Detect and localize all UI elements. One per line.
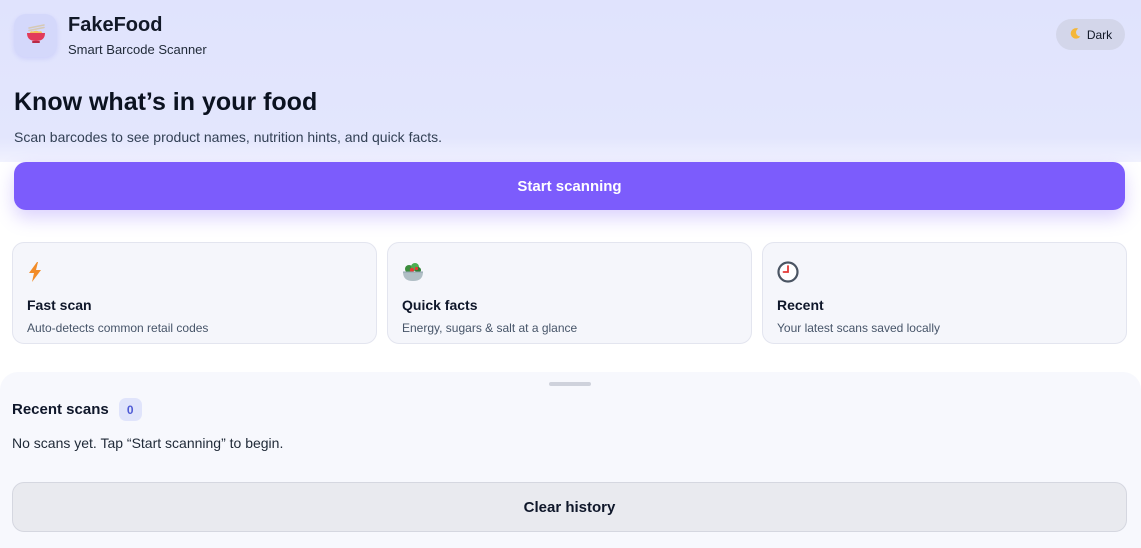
app-logo: [14, 13, 57, 57]
feature-title: Fast scan: [27, 297, 92, 313]
feature-title: Quick facts: [402, 297, 478, 313]
feature-description: Energy, sugars & salt at a glance: [402, 321, 578, 335]
brand: FakeFood Smart Barcode Scanner: [68, 13, 207, 57]
feature-card-quick-facts: Quick facts Energy, sugars & salt at a g…: [387, 242, 752, 344]
scan-count-badge: 0: [118, 398, 142, 421]
feature-card-recent: Recent Your latest scans saved locally: [762, 242, 1127, 344]
page-tagline: Scan barcodes to see product names, nutr…: [14, 129, 443, 145]
salad-bowl-icon: [402, 261, 737, 283]
start-scanning-button[interactable]: Start scanning: [14, 162, 1125, 210]
feature-description: Auto-detects common retail codes: [27, 321, 209, 335]
recent-scans-sheet: Recent scans 0 No scans yet. Tap “Start …: [0, 372, 1141, 548]
theme-toggle-button[interactable]: Dark: [1056, 19, 1125, 50]
theme-toggle-label: Dark: [1086, 27, 1113, 42]
clear-history-button[interactable]: Clear history: [12, 482, 1127, 532]
page-headline: Know what’s in your food: [14, 88, 318, 116]
sheet-drag-handle[interactable]: [549, 382, 591, 386]
feature-title: Recent: [777, 297, 824, 313]
lightning-icon: [27, 261, 362, 283]
crescent-moon-icon: [1069, 27, 1082, 43]
app-header: FakeFood Smart Barcode Scanner: [14, 13, 207, 57]
noodle-bowl-icon: [24, 21, 48, 50]
feature-card-fast-scan: Fast scan Auto-detects common retail cod…: [12, 242, 377, 344]
feature-cards: Fast scan Auto-detects common retail cod…: [12, 242, 1127, 344]
recent-scans-header: Recent scans 0: [12, 398, 142, 421]
empty-state-text: No scans yet. Tap “Start scanning” to be…: [12, 435, 284, 451]
app-subtitle: Smart Barcode Scanner: [68, 42, 207, 57]
recent-scans-title: Recent scans: [12, 401, 109, 418]
clock-icon: [777, 261, 1112, 283]
app-name: FakeFood: [68, 14, 163, 36]
feature-description: Your latest scans saved locally: [777, 321, 940, 335]
